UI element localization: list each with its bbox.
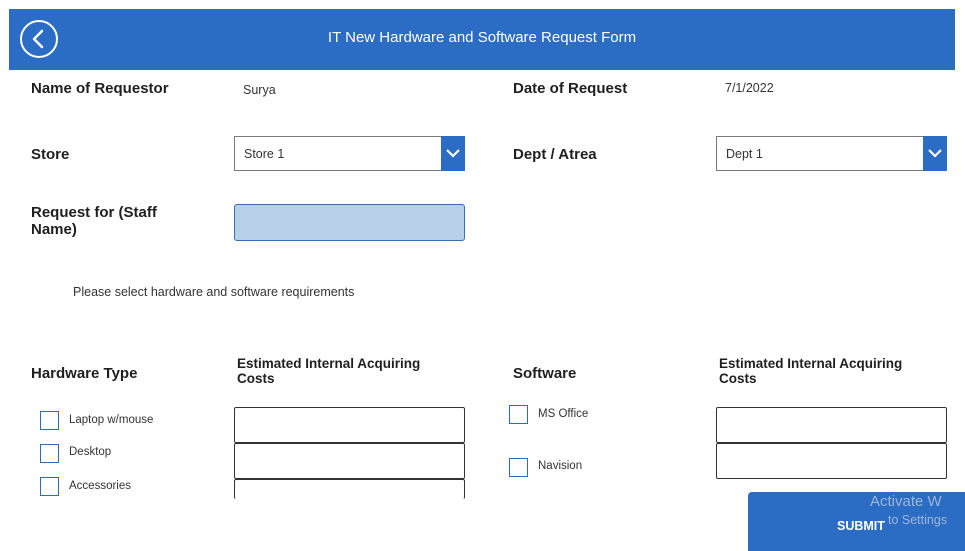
software-cost-heading: Estimated Internal Acquiring Costs: [719, 356, 903, 386]
activation-watermark-sub: to Settings: [888, 513, 948, 527]
navision-label: Navision: [538, 460, 583, 472]
hardware-heading: Hardware Type: [31, 365, 138, 382]
desktop-checkbox[interactable]: [40, 444, 59, 463]
header-bar: IT New Hardware and Software Request For…: [9, 9, 955, 70]
date-label: Date of Request: [513, 80, 628, 97]
navision-cost-input[interactable]: [716, 443, 947, 479]
page-title: IT New Hardware and Software Request For…: [327, 29, 637, 46]
accessories-checkbox[interactable]: [40, 477, 59, 496]
dept-label: Dept / Atrea: [513, 146, 597, 163]
chevron-down-icon[interactable]: [441, 136, 465, 171]
accessories-label: Accessories: [69, 480, 131, 492]
ms-office-checkbox[interactable]: [509, 405, 528, 424]
store-label: Store: [31, 146, 70, 163]
desktop-label: Desktop: [69, 446, 112, 458]
dept-dropdown[interactable]: Dept 1: [716, 136, 947, 171]
dept-selected-value: Dept 1: [726, 147, 763, 161]
laptop-checkbox[interactable]: [40, 411, 59, 430]
requestor-value: Surya: [243, 83, 276, 97]
activation-watermark: Activate W: [870, 493, 942, 510]
store-dropdown[interactable]: Store 1: [234, 136, 465, 171]
laptop-cost-input[interactable]: [234, 407, 465, 443]
accessories-cost-input[interactable]: [234, 479, 465, 499]
laptop-label: Laptop w/mouse: [69, 414, 154, 426]
hardware-cost-heading: Estimated Internal Acquiring Costs: [237, 356, 421, 386]
navision-checkbox[interactable]: [509, 458, 528, 477]
submit-label: SUBMIT: [837, 519, 885, 533]
software-heading: Software: [513, 365, 577, 382]
chevron-down-icon[interactable]: [923, 136, 947, 171]
staff-name-input[interactable]: [234, 204, 465, 241]
ms-office-label: MS Office: [538, 408, 589, 420]
desktop-cost-input[interactable]: [234, 443, 465, 479]
instruction-text: Please select hardware and software requ…: [73, 285, 355, 299]
store-selected-value: Store 1: [244, 147, 285, 161]
date-value: 7/1/2022: [725, 81, 774, 95]
requestor-label: Name of Requestor: [31, 80, 169, 97]
staff-label: Request for (Staff Name): [31, 204, 157, 238]
ms-office-cost-input[interactable]: [716, 407, 947, 443]
